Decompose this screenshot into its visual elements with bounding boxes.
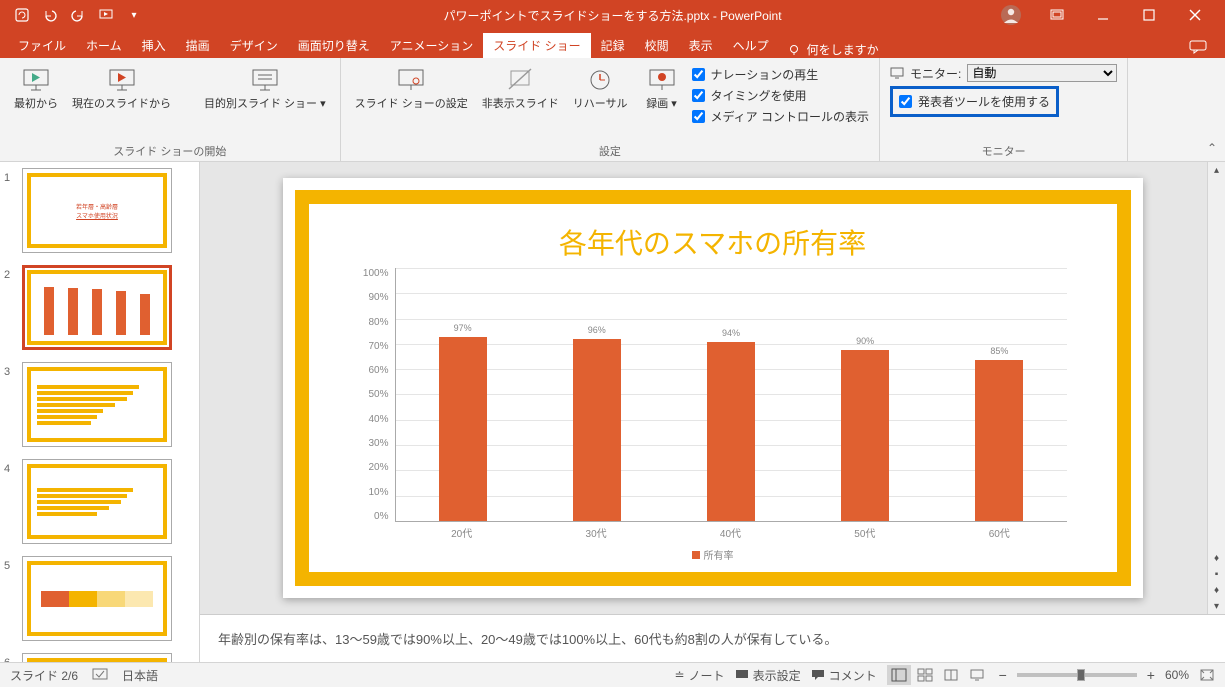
vertical-scrollbar[interactable]: ▴ ♦ ▪ ♦ ▾: [1207, 162, 1225, 614]
notes-toggle[interactable]: ≐ ノート: [674, 667, 724, 684]
slide-editor-area: 各年代のスマホの所有率 100%90%80%70%60%50%40%30%20%…: [200, 162, 1225, 662]
tab-view[interactable]: 表示: [679, 33, 723, 58]
next-slide-icon[interactable]: ♦: [1208, 582, 1225, 598]
group-label-setup: 設定: [351, 141, 869, 159]
hide-slide-button[interactable]: 非表示スライド: [478, 62, 563, 113]
lightbulb-icon: [787, 43, 801, 57]
from-current-button[interactable]: 現在のスライドから: [68, 62, 175, 113]
zoom-level[interactable]: 60%: [1165, 668, 1189, 682]
thumbnail-4[interactable]: [22, 459, 172, 544]
status-bar: スライド 2/6 日本語 ≐ ノート 表示設定 コメント − + 60%: [0, 662, 1225, 687]
chevron-down-icon: ▾: [320, 98, 326, 110]
collapse-ribbon-icon[interactable]: ⌃: [1207, 141, 1217, 155]
tab-draw[interactable]: 描画: [176, 33, 220, 58]
prev-slide-icon[interactable]: ♦: [1208, 550, 1225, 566]
slideshow-view-button[interactable]: [965, 665, 989, 685]
custom-slideshow-button[interactable]: 目的別スライド ショー ▾: [200, 62, 330, 113]
reading-view-button[interactable]: [939, 665, 963, 685]
content-area: 1 若年層・高齢層スマホ使用状況 2 3: [0, 162, 1225, 662]
group-monitor: モニター: 自動 発表者ツールを使用する モニター: [880, 58, 1128, 161]
tab-help[interactable]: ヘルプ: [723, 33, 779, 58]
rehearse-icon: [584, 64, 616, 96]
comments-button[interactable]: コメント: [811, 667, 877, 684]
ribbon: 最初から 現在のスライドから 目的別スライド ショー ▾ スライド ショーの開始…: [0, 58, 1225, 162]
chevron-down-icon: ▾: [671, 98, 677, 110]
scroll-down-icon[interactable]: ▾: [1208, 598, 1225, 614]
thumbnail-2[interactable]: [22, 265, 172, 350]
close-button[interactable]: [1181, 1, 1209, 29]
timing-checkbox[interactable]: タイミングを使用: [692, 87, 870, 104]
setup-checkboxes: ナレーションの再生 タイミングを使用 メディア コントロールの表示: [692, 62, 870, 129]
presenter-view-highlight: 発表者ツールを使用する: [890, 86, 1059, 117]
slide-nav-icon[interactable]: ▪: [1208, 566, 1225, 582]
setup-icon: [395, 64, 427, 96]
qat-more-icon[interactable]: ▾: [124, 5, 144, 25]
media-checkbox[interactable]: メディア コントロールの表示: [692, 108, 870, 125]
undo-icon[interactable]: [40, 5, 60, 25]
zoom-out-button[interactable]: −: [999, 667, 1007, 683]
thumbnail-6[interactable]: [22, 653, 172, 662]
monitor-select[interactable]: 自動: [967, 64, 1117, 82]
tab-review[interactable]: 校閲: [635, 33, 679, 58]
rehearse-button[interactable]: リハーサル: [569, 62, 632, 113]
normal-view-button[interactable]: [887, 665, 911, 685]
from-beginning-icon: [20, 64, 52, 96]
tab-slideshow[interactable]: スライド ショー: [483, 33, 590, 58]
redo-icon[interactable]: [68, 5, 88, 25]
group-start-slideshow: 最初から 現在のスライドから 目的別スライド ショー ▾ スライド ショーの開始: [0, 58, 341, 161]
maximize-button[interactable]: [1135, 1, 1163, 29]
tab-home[interactable]: ホーム: [76, 33, 132, 58]
notes-pane[interactable]: 年齢別の保有率は、13～59歳では90%以上、20～49歳では100%以上、60…: [200, 614, 1225, 662]
monitor-icon: [890, 67, 904, 79]
spellcheck-icon[interactable]: [92, 668, 108, 682]
slide-canvas[interactable]: 各年代のスマホの所有率 100%90%80%70%60%50%40%30%20%…: [283, 178, 1143, 598]
group-label-monitor: モニター: [890, 141, 1117, 159]
title-bar: ▾ パワーポイントでスライドショーをする方法.pptx - PowerPoint: [0, 0, 1225, 30]
language-status[interactable]: 日本語: [122, 667, 158, 684]
custom-slideshow-icon: [249, 64, 281, 96]
tab-file[interactable]: ファイル: [8, 33, 76, 58]
zoom-slider[interactable]: [1017, 673, 1137, 677]
tell-me-search[interactable]: 何をしますか: [787, 41, 879, 58]
group-setup: スライド ショーの設定 非表示スライド リハーサル 録画 ▾ ナレーションの再生…: [341, 58, 880, 161]
sorter-view-button[interactable]: [913, 665, 937, 685]
ribbon-display-icon[interactable]: [1043, 1, 1071, 29]
fit-to-window-button[interactable]: [1199, 668, 1215, 682]
monitor-label: モニター:: [910, 65, 961, 82]
zoom-in-button[interactable]: +: [1147, 667, 1155, 683]
record-button[interactable]: 録画 ▾: [638, 62, 686, 113]
tab-insert[interactable]: 挿入: [132, 33, 176, 58]
tab-design[interactable]: デザイン: [220, 33, 288, 58]
narration-checkbox[interactable]: ナレーションの再生: [692, 66, 870, 83]
scroll-up-icon[interactable]: ▴: [1208, 162, 1225, 178]
ribbon-tabs: ファイル ホーム 挿入 描画 デザイン 画面切り替え アニメーション スライド …: [0, 30, 1225, 58]
autosave-icon[interactable]: [12, 5, 32, 25]
tab-record[interactable]: 記録: [591, 33, 635, 58]
thumbnail-5[interactable]: [22, 556, 172, 641]
record-icon: [646, 64, 678, 96]
slide-thumbnail-panel[interactable]: 1 若年層・高齢層スマホ使用状況 2 3: [0, 162, 200, 662]
slide-title: 各年代のスマホの所有率: [339, 222, 1087, 262]
chart: 100%90%80%70%60%50%40%30%20%10%0% 97%96%…: [339, 268, 1087, 562]
comments-top-button[interactable]: [1179, 36, 1217, 58]
window-title: パワーポイントでスライドショーをする方法.pptx - PowerPoint: [443, 7, 781, 24]
hide-slide-icon: [504, 64, 536, 96]
display-settings-button[interactable]: 表示設定: [735, 667, 801, 684]
group-label-start: スライド ショーの開始: [10, 141, 330, 159]
from-current-icon: [106, 64, 138, 96]
account-icon[interactable]: [997, 1, 1025, 29]
setup-slideshow-button[interactable]: スライド ショーの設定: [351, 62, 472, 113]
start-show-icon[interactable]: [96, 5, 116, 25]
presenter-view-checkbox[interactable]: 発表者ツールを使用する: [899, 93, 1050, 110]
slide-counter: スライド 2/6: [10, 667, 78, 684]
thumbnail-1[interactable]: 若年層・高齢層スマホ使用状況: [22, 168, 172, 253]
tab-transitions[interactable]: 画面切り替え: [288, 33, 380, 58]
from-beginning-button[interactable]: 最初から: [10, 62, 62, 113]
thumbnail-3[interactable]: [22, 362, 172, 447]
minimize-button[interactable]: [1089, 1, 1117, 29]
tab-animations[interactable]: アニメーション: [380, 33, 484, 58]
